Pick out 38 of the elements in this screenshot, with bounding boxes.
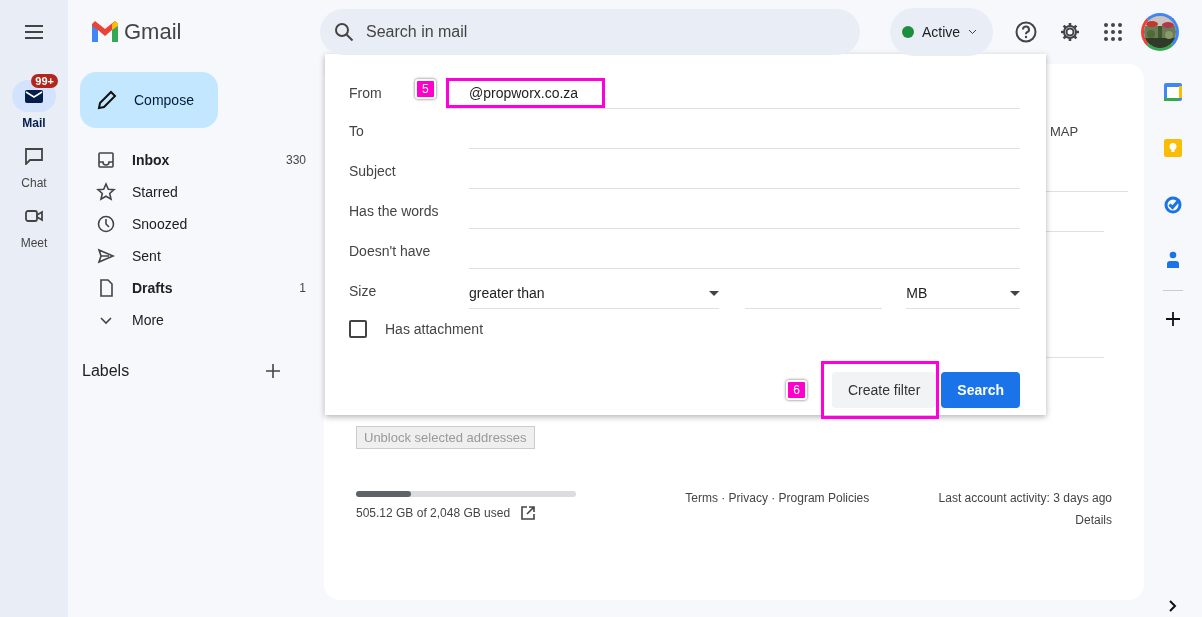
checkbox-label: Has attachment — [385, 321, 484, 337]
field-value: @propworx.co.za — [446, 78, 606, 108]
input-field[interactable]: @propworx.co.za — [446, 78, 1020, 109]
unread-badge: 99+ — [31, 74, 58, 88]
folder-item[interactable]: Drafts 1 — [80, 272, 306, 304]
footer-links[interactable]: Terms · Privacy · Program Policies — [685, 491, 870, 505]
folder-item[interactable]: Sent — [80, 240, 306, 272]
size-unit-dropdown[interactable]: MB — [906, 278, 1020, 309]
step-badge: 6 — [786, 380, 807, 400]
rail-label: Chat — [21, 176, 47, 190]
folder-item[interactable]: Inbox 330 — [80, 144, 306, 176]
labels-heading: Labels — [82, 362, 130, 380]
folder-item[interactable]: Starred — [80, 176, 306, 208]
field-label: To — [349, 123, 364, 139]
details-link[interactable]: Details — [1075, 513, 1112, 527]
create-filter-button[interactable]: Create filter — [831, 372, 937, 408]
search-field[interactable]: Search in mail — [364, 22, 846, 42]
column-heading: MAP — [1050, 124, 1079, 139]
field-label: Size — [349, 283, 377, 299]
folder-item[interactable]: More — [80, 304, 306, 336]
search-bar[interactable]: Search in mail — [320, 9, 860, 55]
field-label: Doesn't have — [349, 243, 431, 259]
folder-item[interactable]: Snoozed — [80, 208, 306, 240]
step-badge: 5 — [415, 79, 436, 99]
size-operator-dropdown[interactable]: greater than — [469, 278, 719, 309]
rail-label: Mail — [22, 116, 46, 130]
search-button[interactable]: Search — [941, 372, 1020, 408]
field-label: Has the words — [349, 203, 439, 219]
folder-count: 330 — [285, 153, 306, 167]
rail-label: Meet — [20, 236, 48, 250]
field-label: Subject — [349, 163, 396, 179]
folder-count: 1 — [299, 281, 306, 295]
activity-text: Last account activity: 3 days ago — [938, 491, 1112, 505]
compose-button[interactable]: Compose — [80, 72, 218, 128]
field-label: From — [349, 85, 382, 101]
storage-text: 505.12 GB of 2,048 GB used — [356, 506, 511, 520]
app-name: Gmail — [124, 19, 183, 45]
status-button[interactable]: Active — [890, 8, 994, 56]
